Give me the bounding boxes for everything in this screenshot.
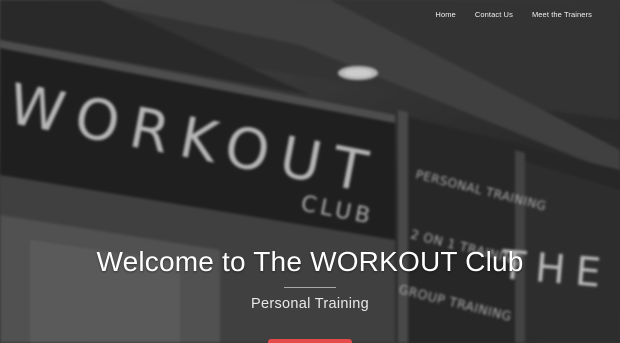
hero-title: Welcome to The WORKOUT Club (96, 246, 524, 277)
hero-overlay (0, 0, 620, 343)
nav-contact-link[interactable]: Contact Us (475, 10, 513, 19)
title-divider (284, 287, 336, 288)
top-nav: Home Contact Us Meet the Trainers (435, 10, 592, 19)
hero-subtitle: Personal Training (251, 296, 369, 312)
nav-trainers-link[interactable]: Meet the Trainers (532, 10, 592, 19)
nav-home-link[interactable]: Home (435, 10, 455, 19)
hero-section: WORKOUT CLUB PERSONAL TRAINING 2 ON 1 TR… (0, 0, 620, 343)
cta-button[interactable] (268, 339, 352, 343)
